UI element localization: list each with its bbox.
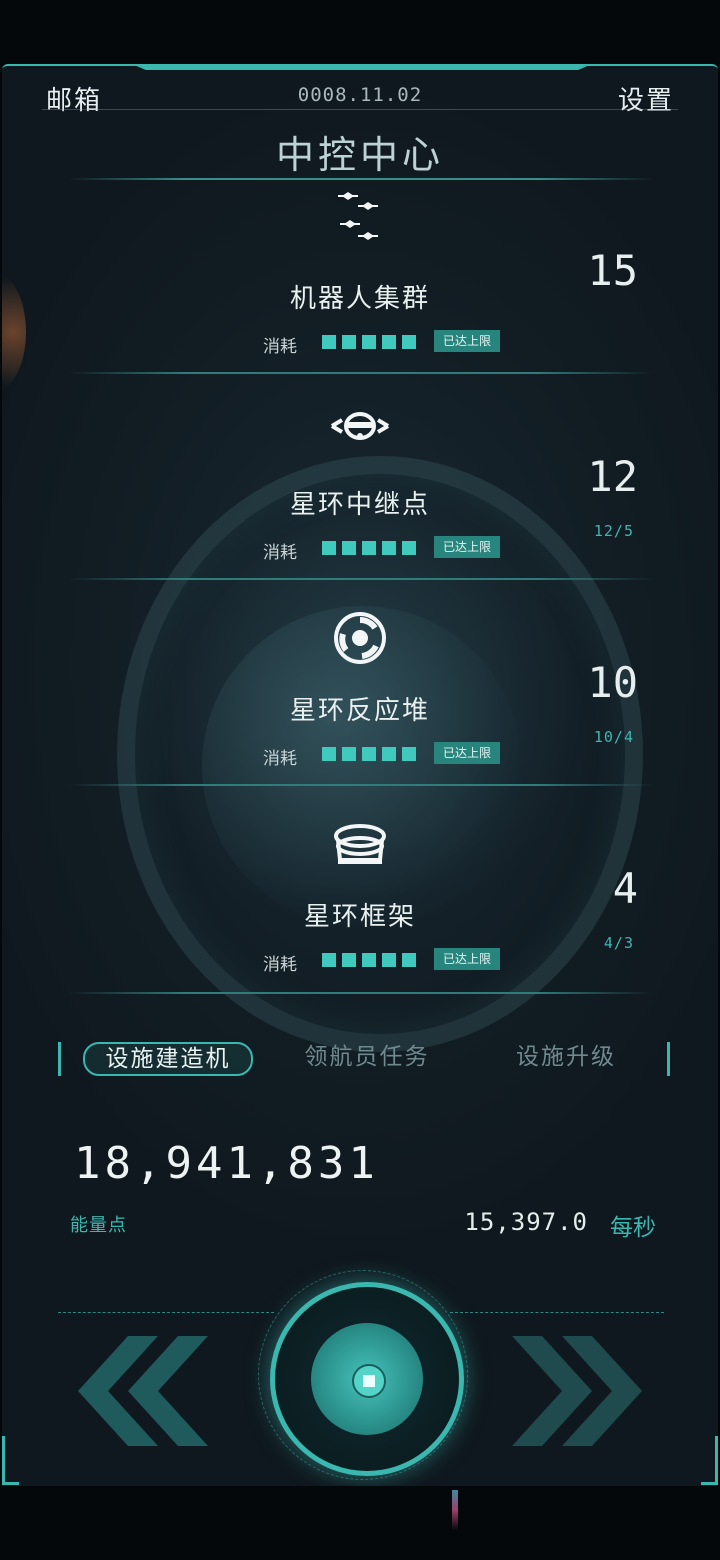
settings-button[interactable]: 设置 bbox=[618, 80, 674, 117]
max-level-badge: 已达上限 bbox=[434, 536, 500, 558]
facility-count: 4 bbox=[612, 864, 638, 913]
cost-label: 消耗 bbox=[263, 749, 297, 769]
cost-indicator bbox=[322, 952, 422, 971]
cost-label: 消耗 bbox=[263, 955, 297, 975]
main-button-inner bbox=[311, 1323, 423, 1435]
reactor-icon bbox=[334, 612, 386, 664]
facility-divider bbox=[68, 372, 654, 374]
facility-progress: 10/4 bbox=[593, 728, 634, 746]
tab-facility-upgrade[interactable]: 设施升级 bbox=[511, 1042, 621, 1072]
facility-divider bbox=[68, 784, 654, 786]
max-level-badge: 已达上限 bbox=[434, 742, 500, 764]
cost-indicator bbox=[322, 746, 422, 765]
max-level-badge: 已达上限 bbox=[434, 948, 500, 970]
facility-relay-station[interactable]: 星环中继点 消耗 已达上限 12 12/5 bbox=[2, 388, 718, 594]
frame-corner-right bbox=[701, 1436, 718, 1485]
energy-rate-unit: 每秒 bbox=[610, 1215, 656, 1241]
energy-rate-value: 15,397.0 bbox=[464, 1208, 588, 1236]
cost-label: 消耗 bbox=[263, 337, 297, 357]
facility-progress: 4/3 bbox=[603, 934, 634, 952]
facility-count: 15 bbox=[587, 246, 638, 295]
frame-corner-left bbox=[2, 1436, 19, 1485]
double-chevron-left-icon[interactable] bbox=[68, 1336, 218, 1446]
cost-indicator bbox=[322, 334, 422, 353]
cost-label: 消耗 bbox=[263, 543, 297, 563]
relay-station-icon bbox=[330, 412, 390, 440]
facility-reactor[interactable]: 星环反应堆 消耗 已达上限 10 10/4 bbox=[2, 594, 718, 800]
decor-line-left bbox=[58, 1312, 274, 1313]
main-action-button[interactable] bbox=[270, 1282, 464, 1476]
energy-points-label: 能量点 bbox=[70, 1215, 127, 1236]
game-screen: 邮箱 0008.11.02 设置 中控中心 机器人集群 消耗 已达上限 15 星… bbox=[2, 64, 718, 1486]
max-level-badge: 已达上限 bbox=[434, 330, 500, 352]
energy-points-value: 18,941,831 bbox=[74, 1138, 379, 1189]
page-title: 中控中心 bbox=[275, 133, 444, 177]
top-frame-accent bbox=[132, 66, 592, 70]
tab-navigator-missions[interactable]: 领航员任务 bbox=[297, 1042, 437, 1072]
header-divider bbox=[42, 109, 678, 110]
title-divider bbox=[68, 178, 654, 180]
robot-swarm-icon bbox=[338, 192, 378, 240]
facility-divider bbox=[68, 992, 654, 994]
tab-bar: 设施建造机 领航员任务 设施升级 bbox=[58, 1042, 670, 1076]
ring-frame-icon bbox=[334, 824, 386, 864]
facility-divider bbox=[68, 578, 654, 580]
lens-flare-decoration bbox=[452, 1490, 458, 1530]
decor-line-right bbox=[450, 1312, 664, 1313]
double-chevron-right-icon[interactable] bbox=[502, 1336, 652, 1446]
facility-robot-swarm[interactable]: 机器人集群 消耗 已达上限 15 bbox=[2, 182, 718, 388]
stop-icon bbox=[352, 1364, 386, 1398]
tab-facility-builder[interactable]: 设施建造机 bbox=[83, 1042, 253, 1076]
facility-count: 10 bbox=[587, 658, 638, 707]
cost-indicator bbox=[322, 540, 422, 559]
facility-ring-frame[interactable]: 星环框架 消耗 已达上限 4 4/3 bbox=[2, 800, 718, 1006]
facility-count: 12 bbox=[587, 452, 638, 501]
facility-progress: 12/5 bbox=[593, 522, 634, 540]
game-date: 0008.11.02 bbox=[297, 84, 423, 106]
